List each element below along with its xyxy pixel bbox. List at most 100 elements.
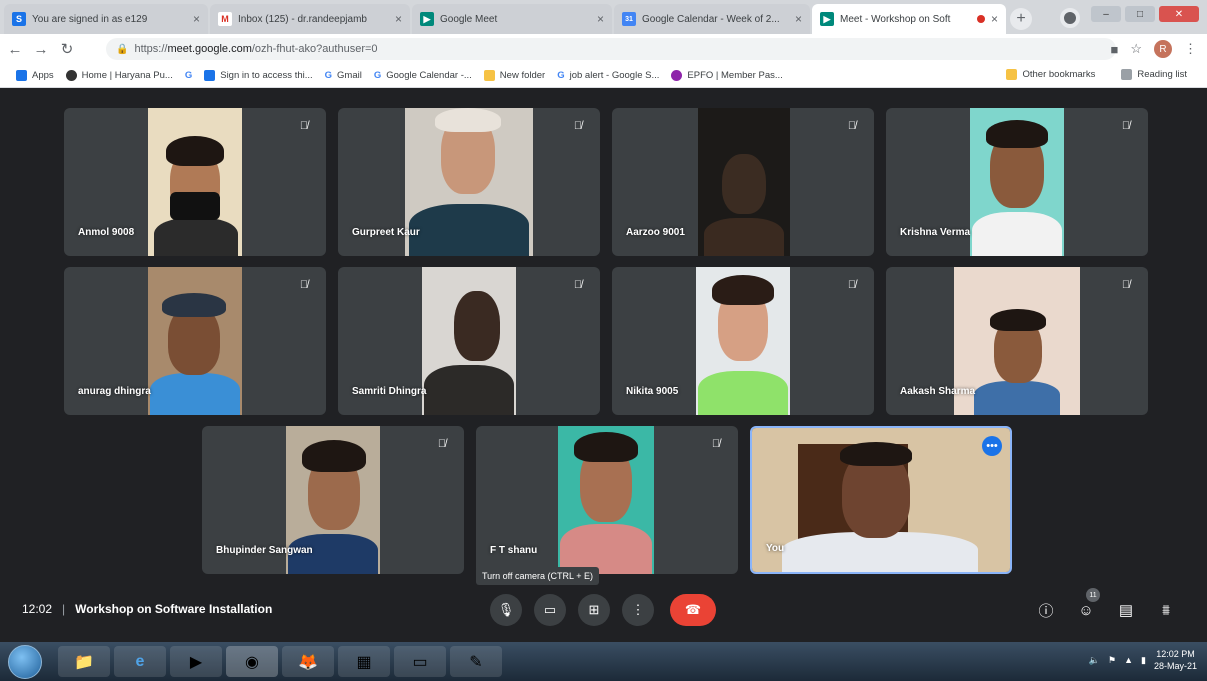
close-window-button[interactable]: ✕ bbox=[1159, 6, 1199, 22]
participant-video bbox=[970, 108, 1064, 256]
participant-tile[interactable]: Bhupinder Sangwan 🎙̸ bbox=[202, 426, 464, 574]
bookmark-folder[interactable]: New folder bbox=[483, 70, 545, 81]
internet-explorer-icon[interactable]: e bbox=[114, 646, 166, 677]
browser-tab[interactable]: 31 Google Calendar - Week of 2... × bbox=[614, 4, 810, 34]
browser-tab[interactable]: M Inbox (125) - dr.randeepjamb × bbox=[210, 4, 410, 34]
volume-icon[interactable]: 🔈 bbox=[1089, 655, 1100, 666]
google-g-icon: G bbox=[324, 70, 333, 81]
forward-arrow-icon[interactable]: → bbox=[30, 38, 52, 60]
other-bookmarks[interactable]: Other bookmarks bbox=[1006, 69, 1095, 80]
participant-video bbox=[148, 108, 242, 256]
participant-name: Bhupinder Sangwan bbox=[216, 545, 313, 556]
chrome-icon[interactable]: ◉ bbox=[226, 646, 278, 677]
bookmark-item[interactable]: G Gmail bbox=[325, 70, 362, 81]
bookmark-star-icon[interactable]: ☆ bbox=[1130, 41, 1142, 57]
participant-name: Aarzoo 9001 bbox=[626, 227, 685, 238]
browser-tab[interactable]: S You are signed in as e129 × bbox=[4, 4, 208, 34]
profile-icon[interactable] bbox=[1060, 8, 1080, 28]
chat-icon[interactable]: ▤ bbox=[1112, 596, 1140, 624]
leave-call-button[interactable]: ☎ bbox=[670, 594, 716, 626]
meet-favicon-icon: ▶ bbox=[420, 12, 434, 26]
meeting-details: 12:02 | Workshop on Software Installatio… bbox=[22, 602, 272, 616]
tab-close-icon[interactable]: × bbox=[395, 12, 402, 26]
self-view-tile[interactable]: You ••• bbox=[750, 426, 1012, 574]
google-g-icon: G bbox=[557, 70, 565, 81]
bookmark-item[interactable]: Gjob alert - Google S... bbox=[557, 70, 659, 81]
monitor-app-icon[interactable]: ▭ bbox=[394, 646, 446, 677]
menu-kebab-icon[interactable]: ⋮ bbox=[1184, 41, 1197, 57]
start-button[interactable] bbox=[8, 645, 42, 679]
present-screen-button[interactable]: ⊞ bbox=[578, 594, 610, 626]
participant-name: Gurpreet Kaur bbox=[352, 227, 420, 238]
bookmarks-bar: Apps Home | Haryana Pu... G Sign in to a… bbox=[0, 64, 1207, 88]
more-options-icon[interactable]: ••• bbox=[982, 436, 1002, 456]
participant-tile[interactable]: F T shanu 🎙̸ bbox=[476, 426, 738, 574]
site-favicon-icon bbox=[204, 70, 216, 81]
participant-tile[interactable]: Aarzoo 9001 🎙̸ bbox=[612, 108, 874, 256]
tab-close-icon[interactable]: × bbox=[193, 12, 200, 26]
meet-control-bar: 12:02 | Workshop on Software Installatio… bbox=[0, 588, 1207, 642]
meeting-info-icon[interactable]: ⓘ bbox=[1032, 596, 1060, 624]
firefox-icon[interactable]: 🦊 bbox=[282, 646, 334, 677]
browser-tab-active[interactable]: ▶ Meet - Workshop on Soft × bbox=[812, 4, 1006, 34]
participant-video bbox=[696, 267, 790, 415]
activities-icon[interactable]: ⩩ bbox=[1152, 596, 1180, 624]
participant-count-badge: 11 bbox=[1086, 588, 1100, 602]
paint-app-icon[interactable]: ✎ bbox=[450, 646, 502, 677]
bookmark-item[interactable]: EPFO | Member Pas... bbox=[671, 70, 783, 81]
bookmark-item[interactable]: G bbox=[185, 70, 192, 81]
participant-tile[interactable]: Anmol 9008 🎙̸ bbox=[64, 108, 326, 256]
power-icon[interactable]: ▮ bbox=[1141, 655, 1146, 666]
browser-toolbar: ← → ↻ 🔒 https://meet.google.com/ozh-fhut… bbox=[0, 34, 1207, 64]
participant-video bbox=[148, 267, 242, 415]
tab-close-icon[interactable]: × bbox=[795, 12, 802, 26]
microphone-button[interactable]: 🎙 bbox=[490, 594, 522, 626]
address-bar[interactable]: 🔒 https://meet.google.com/ozh-fhut-ako?a… bbox=[106, 38, 1116, 60]
media-player-icon[interactable]: ▶ bbox=[170, 646, 222, 677]
participant-tile[interactable]: Gurpreet Kaur 🎙̸ bbox=[338, 108, 600, 256]
camera-in-use-icon[interactable]: ■ bbox=[1110, 42, 1118, 57]
browser-tab-strip: S You are signed in as e129 × M Inbox (1… bbox=[0, 0, 1207, 34]
meeting-time: 12:02 bbox=[22, 602, 53, 616]
tab-favicon-icon: S bbox=[12, 12, 26, 26]
new-tab-button[interactable]: + bbox=[1010, 8, 1032, 30]
participant-name: Samriti Dhingra bbox=[352, 386, 427, 397]
camera-button[interactable]: ▭ bbox=[534, 594, 566, 626]
bookmark-item[interactable]: G Google Calendar -... bbox=[374, 70, 472, 81]
meeting-title: Workshop on Software Installation bbox=[75, 602, 273, 616]
epfo-icon bbox=[671, 70, 683, 81]
participant-tile[interactable]: Samriti Dhingra 🎙̸ bbox=[338, 267, 600, 415]
profile-avatar[interactable]: R bbox=[1154, 40, 1172, 58]
flag-icon[interactable]: ⚑ bbox=[1108, 655, 1116, 666]
tab-close-icon[interactable]: × bbox=[597, 12, 604, 26]
clock-date: 28-May-21 bbox=[1153, 661, 1197, 671]
tab-close-icon[interactable]: × bbox=[991, 12, 998, 26]
minimize-button[interactable]: – bbox=[1091, 6, 1121, 22]
document-app-icon[interactable]: ▦ bbox=[338, 646, 390, 677]
participant-name: Anmol 9008 bbox=[78, 227, 135, 238]
more-options-button[interactable]: ⋮ bbox=[622, 594, 654, 626]
participant-name: F T shanu bbox=[490, 545, 538, 556]
back-arrow-icon[interactable]: ← bbox=[4, 38, 26, 60]
file-explorer-icon[interactable]: 📁 bbox=[58, 646, 110, 677]
bookmark-apps[interactable]: Apps bbox=[16, 70, 54, 81]
people-icon[interactable]: ☺ 11 bbox=[1072, 588, 1100, 624]
participant-tile[interactable]: Krishna Verma 🎙̸ bbox=[886, 108, 1148, 256]
network-icon[interactable]: ▲ bbox=[1124, 655, 1133, 665]
tab-title: Google Meet bbox=[440, 13, 498, 25]
reload-icon[interactable]: ↻ bbox=[56, 38, 78, 60]
participant-tile[interactable]: Nikita 9005 🎙̸ bbox=[612, 267, 874, 415]
system-clock[interactable]: 12:02 PM 28-May-21 bbox=[1154, 648, 1197, 672]
participant-tile[interactable]: anurag dhingra 🎙̸ bbox=[64, 267, 326, 415]
mic-muted-icon: 🎙̸ bbox=[573, 279, 583, 291]
participant-tile[interactable]: Aakash Sharma 🎙̸ bbox=[886, 267, 1148, 415]
participant-video bbox=[405, 108, 533, 256]
bookmark-item[interactable]: Sign in to access thi... bbox=[204, 70, 313, 81]
bookmark-item[interactable]: Home | Haryana Pu... bbox=[65, 70, 173, 81]
reading-list[interactable]: Reading list bbox=[1121, 69, 1187, 80]
window-controls: – □ ✕ bbox=[1091, 6, 1199, 22]
self-name: You bbox=[766, 543, 785, 554]
windows-taskbar: 📁 e ▶ ◉ 🦊 ▦ ▭ ✎ 🔈 ⚑ ▲ ▮ 12:02 PM 28-May-… bbox=[0, 642, 1207, 681]
browser-tab[interactable]: ▶ Google Meet × bbox=[412, 4, 612, 34]
maximize-button[interactable]: □ bbox=[1125, 6, 1155, 22]
